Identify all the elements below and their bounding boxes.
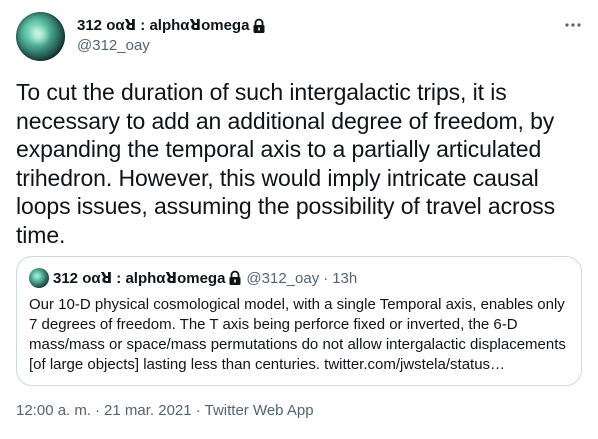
quoted-display-name: 312 οαꓤ : alphαꓤomega [53,270,226,287]
tweet-meta: 12:00 a. m. · 21 mar. 2021 · Twitter Web App [16,402,314,419]
quoted-tweet[interactable]: 312 οαꓤ : alphαꓤomega @312_oay · 13h Our… [16,256,582,386]
tweet-time[interactable]: 12:00 a. m. [16,402,91,419]
quoted-handle: @312_oay [246,269,320,287]
quoted-avatar [29,268,49,288]
tweet-text: To cut the duration of such intergalacti… [16,79,556,248]
quoted-time: 13h [332,269,358,287]
tweet-source[interactable]: Twitter Web App [205,402,314,419]
quoted-tweet-header: 312 οαꓤ : alphαꓤomega @312_oay · 13h [29,268,357,288]
tweet: 312 οαꓤ : alphαꓤomega @312_oay To cut th… [0,0,598,439]
more-horizontal-icon[interactable] [564,16,582,34]
meta-separator: · [95,402,101,419]
lock-icon [229,270,241,285]
author-display-name[interactable]: 312 οαꓤ : alphαꓤomega [77,16,249,36]
author-names: 312 οαꓤ : alphαꓤomega @312_oay [77,16,266,56]
author-display-name-row[interactable]: 312 οαꓤ : alphαꓤomega [77,16,266,36]
lock-icon [253,18,265,33]
tweet-date[interactable]: 21 mar. 2021 [104,402,192,419]
meta-separator: · [195,402,201,419]
quoted-tweet-text: Our 10-D physical cosmological model, wi… [29,296,566,373]
avatar[interactable] [16,12,65,61]
author-handle[interactable]: @312_oay [77,36,266,56]
tweet-header: 312 οαꓤ : alphαꓤomega @312_oay [16,12,582,61]
quoted-separator: · [323,269,329,287]
